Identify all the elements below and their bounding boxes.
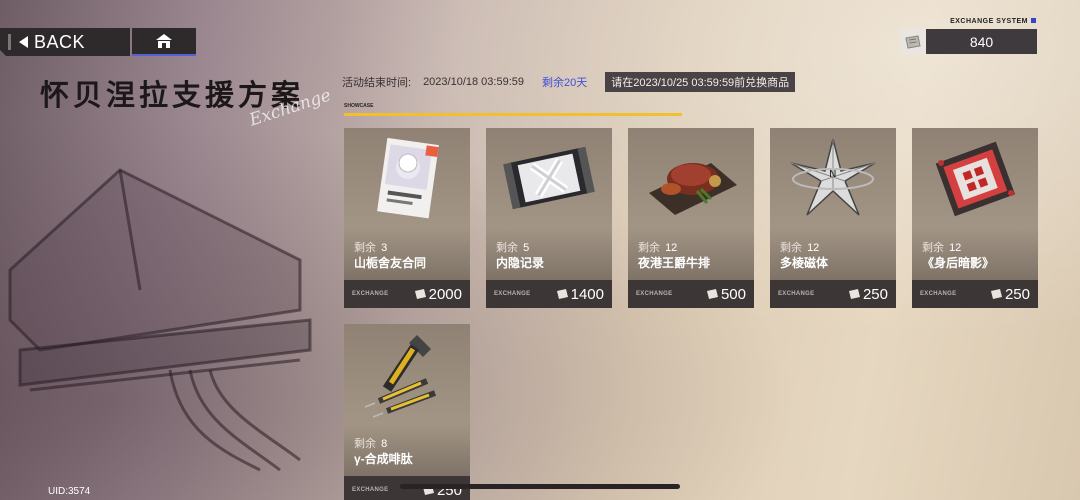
currency-amount: 840 — [969, 33, 994, 50]
shop-item-card[interactable]: 剩余 12 夜港王爵牛排 EXCHANGE 500 — [628, 128, 754, 308]
item-price: 500 — [706, 286, 746, 303]
item-stock: 剩余 3 — [354, 242, 388, 254]
exchange-tag: EXCHANGE — [778, 291, 815, 297]
currency-display[interactable]: 840 — [900, 29, 1037, 54]
board-game-icon — [912, 128, 1038, 228]
steak-icon — [628, 128, 754, 228]
shop-item-card[interactable]: 剩余 3 山栀舍友合同 EXCHANGE 2000 — [344, 128, 470, 308]
back-divider — [8, 34, 11, 50]
item-stock: 剩余 12 — [780, 242, 820, 254]
showcase-underline — [344, 113, 682, 116]
item-stock: 剩余 5 — [496, 242, 530, 254]
sealed-record-icon — [486, 128, 612, 228]
home-icon — [156, 34, 172, 48]
event-end-date: 2023/10/18 03:59:59 — [423, 76, 524, 88]
item-name: γ-合成啡肽 — [354, 452, 413, 466]
showcase-label: SHOWCASE — [344, 103, 374, 109]
svg-text:N: N — [829, 169, 836, 180]
shop-item-card[interactable]: 剩余 8 γ-合成啡肽 EXCHANGE 250 — [344, 324, 470, 500]
home-button[interactable] — [132, 28, 196, 56]
ticket-icon — [848, 288, 860, 299]
event-end-label: 活动结束时间: — [342, 77, 412, 89]
item-price: 1400 — [556, 286, 604, 303]
item-name: 山栀舍友合同 — [354, 256, 427, 270]
home-indicator-bar[interactable] — [400, 484, 680, 489]
item-footer: EXCHANGE 250 — [770, 280, 896, 308]
exchange-tag: EXCHANGE — [494, 291, 531, 297]
item-name: 夜港王爵牛排 — [638, 256, 711, 270]
piano-background-art — [8, 168, 312, 472]
magnet-crystal-icon: N — [770, 128, 896, 228]
item-footer: EXCHANGE 1400 — [486, 280, 612, 308]
ticket-icon — [414, 288, 426, 299]
event-info: 活动结束时间: 2023/10/18 03:59:59 剩余20天 请在2023… — [342, 72, 796, 92]
ticket-icon — [706, 288, 718, 299]
back-label: BACK — [34, 31, 86, 52]
ticket-icon — [556, 288, 568, 299]
shop-item-card[interactable]: 剩余 5 内隐记录 EXCHANGE 1400 — [486, 128, 612, 308]
item-price: 250 — [848, 286, 888, 303]
item-footer: EXCHANGE 250 — [912, 280, 1038, 308]
user-id: UID:3574 — [48, 486, 91, 497]
exchange-tag: EXCHANGE — [636, 291, 673, 297]
item-name: 多棱磁体 — [780, 256, 829, 270]
item-name: 内隐记录 — [496, 256, 545, 270]
redeem-deadline-note: 请在2023/10/25 03:59:59前兑换商品 — [605, 72, 796, 92]
event-remaining: 剩余20天 — [542, 77, 588, 89]
status-dot-icon — [1031, 18, 1036, 23]
exchange-tag: EXCHANGE — [352, 291, 389, 297]
item-stock: 剩余 12 — [922, 242, 962, 254]
shop-item-card[interactable]: N 剩余 12 多棱磁体 EXCHANGE 250 — [770, 128, 896, 308]
item-footer: EXCHANGE 500 — [628, 280, 754, 308]
exchange-tag: EXCHANGE — [352, 487, 389, 493]
item-stock: 剩余 12 — [638, 242, 678, 254]
item-footer: EXCHANGE 2000 — [344, 280, 470, 308]
shop-item-card[interactable]: 剩余 12 《身后暗影》 EXCHANGE 250 — [912, 128, 1038, 308]
back-button[interactable]: BACK — [0, 28, 130, 56]
item-price: 250 — [990, 286, 1030, 303]
contract-card-icon — [344, 128, 470, 228]
exchange-system-label: EXCHANGE SYSTEM — [950, 18, 1036, 25]
item-stock: 剩余 8 — [354, 438, 388, 450]
ticket-icon — [990, 288, 1002, 299]
syringe-icon — [344, 324, 470, 424]
ticket-icon — [900, 29, 926, 54]
item-price: 2000 — [414, 286, 462, 303]
item-name: 《身后暗影》 — [922, 256, 995, 270]
exchange-tag: EXCHANGE — [920, 291, 957, 297]
back-arrow-icon — [19, 36, 28, 48]
